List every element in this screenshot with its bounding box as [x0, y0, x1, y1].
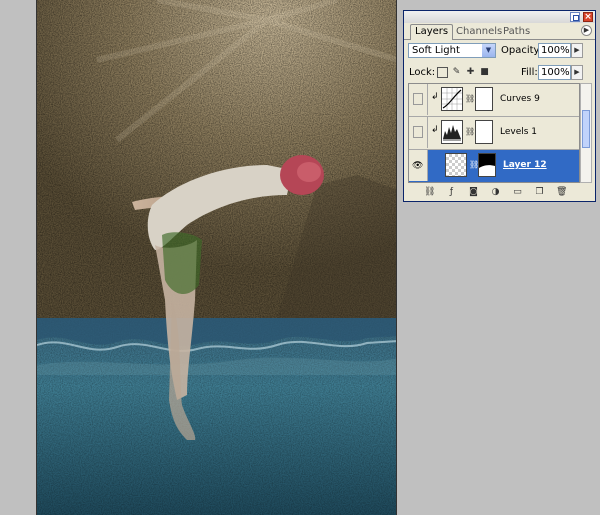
- layer-row-layer-12[interactable]: 👁 ⛓ Layer 12: [409, 150, 579, 182]
- clip-arrow-icon: ↲: [431, 92, 439, 102]
- levels-adjustment-icon: [441, 120, 463, 144]
- lock-transparent-icon[interactable]: [437, 67, 448, 78]
- delete-layer-icon[interactable]: 🗑: [556, 187, 567, 198]
- panel-menu-icon[interactable]: ▶: [581, 25, 592, 36]
- document-canvas[interactable]: [36, 0, 397, 515]
- fill-label: Fill:: [521, 67, 538, 78]
- tab-paths[interactable]: Paths: [499, 25, 534, 39]
- layer-list: ↲ ⛓ Curves 9 ↲ ⛓ Levels 1 👁 ⛓ Layer 12: [408, 83, 580, 183]
- blend-mode-value: Soft Light: [412, 45, 460, 56]
- visibility-toggle[interactable]: [409, 84, 428, 115]
- fill-slider-arrow[interactable]: ▶: [571, 65, 583, 80]
- link-layers-icon[interactable]: ⛓: [424, 187, 435, 198]
- layer-row-curves[interactable]: ↲ ⛓ Curves 9: [409, 84, 579, 117]
- visibility-toggle[interactable]: [409, 117, 428, 148]
- mask-link-icon[interactable]: ⛓: [465, 127, 475, 136]
- panel-titlebar[interactable]: ×: [404, 11, 595, 23]
- layer-list-scrollbar[interactable]: [580, 83, 592, 183]
- blend-row: Soft Light ▼ Opacity: 100% ▶: [404, 40, 595, 62]
- new-group-icon[interactable]: ▭: [512, 187, 523, 198]
- curves-adjustment-icon: [441, 87, 463, 111]
- opacity-label: Opacity:: [501, 45, 543, 56]
- mask-link-icon[interactable]: ⛓: [465, 94, 475, 103]
- tab-layers[interactable]: Layers: [410, 24, 454, 40]
- visibility-toggle[interactable]: 👁: [409, 150, 428, 181]
- panel-bottom-bar: ⛓ ƒ ◙ ◑ ▭ ❐ 🗑: [408, 186, 592, 199]
- scrollbar-thumb[interactable]: [582, 110, 590, 148]
- layer-name[interactable]: Curves 9: [500, 94, 540, 104]
- close-icon[interactable]: ×: [583, 12, 593, 22]
- opacity-slider-arrow[interactable]: ▶: [571, 43, 583, 58]
- lock-label: Lock:: [409, 67, 436, 78]
- chevron-down-icon[interactable]: ▼: [482, 44, 495, 57]
- opacity-field[interactable]: 100%: [538, 43, 571, 58]
- blend-mode-select[interactable]: Soft Light ▼: [408, 43, 496, 58]
- canvas-image: [37, 0, 396, 515]
- lock-row: Lock: ✎ ✚ ■ Fill: 100% ▶: [404, 62, 595, 84]
- adjustment-layer-icon[interactable]: ◑: [490, 187, 501, 198]
- layer-row-levels[interactable]: ↲ ⛓ Levels 1: [409, 117, 579, 150]
- layer-mask-thumbnail[interactable]: [478, 153, 496, 177]
- new-layer-icon[interactable]: ❐: [534, 187, 545, 198]
- layer-name[interactable]: Layer 12: [503, 160, 547, 170]
- layer-thumbnail[interactable]: [445, 153, 467, 177]
- lock-image-icon[interactable]: ✎: [451, 67, 462, 78]
- layer-name[interactable]: Levels 1: [500, 127, 537, 137]
- fill-field[interactable]: 100%: [538, 65, 571, 80]
- layer-mask-thumbnail[interactable]: [475, 87, 493, 111]
- layers-panel: × Layers Channels Paths ▶ Soft Light ▼ O…: [403, 10, 596, 202]
- eye-icon[interactable]: 👁: [412, 161, 423, 171]
- panel-tabs: Layers Channels Paths ▶: [404, 23, 595, 40]
- add-mask-icon[interactable]: ◙: [468, 187, 479, 198]
- minimize-icon[interactable]: [570, 12, 580, 22]
- lock-position-icon[interactable]: ✚: [465, 67, 476, 78]
- layer-style-icon[interactable]: ƒ: [446, 187, 457, 198]
- layer-mask-thumbnail[interactable]: [475, 120, 493, 144]
- lock-all-icon[interactable]: ■: [479, 67, 490, 78]
- clip-arrow-icon: ↲: [431, 125, 439, 135]
